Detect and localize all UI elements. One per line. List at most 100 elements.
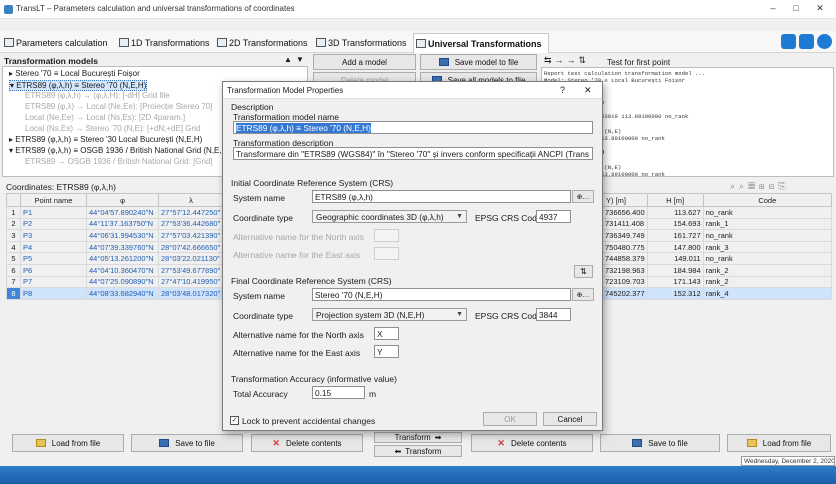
tab-1d-transformations[interactable]: 1D Transformations xyxy=(117,33,210,53)
transform-reverse-button[interactable]: ⬅ Transform xyxy=(374,445,462,457)
table-row[interactable]: 3 P3 44°06'31.994530"N 27°57'03.421390" xyxy=(6,229,224,242)
initial-alt-north-label: Alternative name for the North axis xyxy=(233,232,364,242)
final-alt-north-label: Alternative name for the North axis xyxy=(233,330,364,340)
gear-icon[interactable] xyxy=(781,34,796,49)
table-row[interactable]: 4 P4 44°07'39.339760"N 28°07'42.666650" xyxy=(6,240,224,254)
table-row[interactable]: 1 P1 44°04'57.890240"N 27°57'12.447250" xyxy=(6,206,224,219)
table-row[interactable]: 736349.749 161.727 no_rank xyxy=(602,229,833,242)
tab-label: 1D Transformations xyxy=(131,38,210,48)
table-row[interactable]: 7 P7 44°07'25.090890"N 27°47'10.419950" xyxy=(6,275,224,289)
grid-settings-icon[interactable] xyxy=(799,34,814,49)
initial-system-name-input[interactable]: ETRS89 (φ,λ,h) xyxy=(312,190,571,203)
table-row-selected[interactable]: 8 P8 44°08'33.682940"N 28°03'48.017320" xyxy=(6,287,224,300)
move-up-icon[interactable]: ▲ xyxy=(284,55,292,64)
button-label: Transform xyxy=(405,446,442,456)
save-icon xyxy=(632,439,643,447)
button-label: Cancel xyxy=(557,414,583,424)
final-alt-east-input[interactable]: Y xyxy=(374,345,399,358)
total-accuracy-input[interactable]: 0.15 xyxy=(312,386,365,399)
dialog-close-button[interactable]: ✕ xyxy=(584,85,592,96)
table-row[interactable]: 744858.379 149.011 no_rank xyxy=(602,252,833,265)
tree-subitem[interactable]: ETRS89 (φ,λ,h) → (φ,λ,H): [-dH] Grid fil… xyxy=(25,91,170,100)
arrow-right-icon: ➡ xyxy=(434,433,442,442)
table-row[interactable]: 2 P2 44°11'37.163750"N 27°53'36.442680" xyxy=(6,217,224,231)
column-header: Point name xyxy=(20,193,87,207)
ok-button[interactable]: OK xyxy=(483,412,537,426)
table-row[interactable]: 5 P5 44°05'13.261200"N 28°03'22.021130" xyxy=(6,252,224,265)
cancel-button[interactable]: Cancel xyxy=(543,412,597,426)
table-row[interactable]: 750480.775 147.800 rank_3 xyxy=(602,240,833,254)
tree-item[interactable]: ▾ ETRS89 (φ,λ,h) ≡ OSGB 1936 / British N… xyxy=(9,146,230,155)
button-label: Delete contents xyxy=(510,438,567,448)
table-row-selected[interactable]: 745202.377 152.312 rank_4 xyxy=(602,287,833,300)
model-name-input[interactable]: ETRS89 (φ,λ,h) ≡ Stereo '70 (N,E,H) xyxy=(233,121,593,134)
tree-item-selected[interactable]: ▾ ETRS89 (φ,λ,h) ≡ Stereo '70 (N,E,H) xyxy=(9,80,148,91)
button-label: Load from file xyxy=(762,438,812,448)
app-icon xyxy=(4,5,13,14)
save-model-button[interactable]: Save model to file xyxy=(420,54,537,70)
crs-picker-button[interactable]: ⊕… xyxy=(572,288,594,301)
help-button[interactable]: ? xyxy=(560,85,565,95)
initial-crs-group-label: Initial Coordinate Reference System (CRS… xyxy=(231,178,394,188)
tree-subitem[interactable]: ETRS89 (φ,λ) → Local (Ne,Ee): [Proiecție… xyxy=(25,102,212,111)
final-coord-type-select[interactable]: Projection system 3D (N,E,H) ▼ xyxy=(312,308,467,321)
calc-icon xyxy=(4,38,14,47)
source-coordinates-table[interactable]: Point name φ λ 1 P1 44°04'57.890240"N 27°57… xyxy=(6,193,224,300)
tab-label: 2D Transformations xyxy=(229,38,308,48)
tree-item[interactable]: ▸ ETRS89 (φ,λ,h) ≡ Stereo '30 Local Bucu… xyxy=(9,135,202,144)
tree-subitem[interactable]: Local (Ne,Ee) → Local (Ns,Es): [2D 4para… xyxy=(25,113,185,122)
chevron-down-icon: ▼ xyxy=(456,213,463,220)
final-epsg-label: EPSG CRS Code xyxy=(475,311,542,321)
lock-checkbox[interactable]: ✓ xyxy=(230,416,239,425)
save-to-file-right-button[interactable]: Save to file xyxy=(600,434,720,452)
final-alt-north-input[interactable]: X xyxy=(374,327,399,340)
swap-crs-button[interactable]: ⇅ xyxy=(574,265,593,278)
tree-subitem[interactable]: ETRS89 → OSGB 1936 / British National Gr… xyxy=(25,157,213,166)
initial-alt-north-input xyxy=(374,229,399,242)
tab-2d-transformations[interactable]: 2D Transformations xyxy=(215,33,308,53)
tab-universal-transformations[interactable]: Universal Transformations xyxy=(413,33,549,53)
final-epsg-input[interactable]: 3844 xyxy=(536,308,571,321)
initial-epsg-label: EPSG CRS Code xyxy=(475,213,542,223)
delete-contents-button[interactable]: ✕ Delete contents xyxy=(251,434,363,452)
column-header: H [m] xyxy=(646,193,704,207)
table-row[interactable]: 731411.408 154.693 rank_1 xyxy=(602,217,833,231)
table-row[interactable]: 723109.703 171.143 rank_2 xyxy=(602,275,833,289)
help-icon[interactable] xyxy=(817,34,832,49)
button-label: Save to file xyxy=(175,438,215,448)
direction-arrows-icon[interactable]: ⇆→→⇅ xyxy=(544,55,589,66)
tab-3d-transformations[interactable]: 3D Transformations xyxy=(314,33,407,53)
move-down-icon[interactable]: ▼ xyxy=(296,55,304,64)
tree-subitem[interactable]: Local (Ns,Es) → Stereo '70 (N,E): [+dN;+… xyxy=(25,124,200,133)
button-label: Save to file xyxy=(648,438,688,448)
delete-contents-right-button[interactable]: ✕ Delete contents xyxy=(471,434,593,452)
cube-icon xyxy=(316,38,326,47)
close-button[interactable]: ✕ xyxy=(813,3,827,14)
table-tools-icons[interactable]: ⌕⌕▦⊞⊟⎘ xyxy=(730,181,790,192)
initial-alt-east-label: Alternative name for the East axis xyxy=(233,250,361,260)
tree-item[interactable]: ▸ Stereo '70 ≡ Local București Foișor xyxy=(9,69,140,78)
final-alt-east-label: Alternative name for the East axis xyxy=(233,348,361,358)
dialog-title-bar: Transformation Model Properties ? ✕ xyxy=(223,82,602,99)
table-row[interactable]: 736656.400 113.627 no_rank xyxy=(602,206,833,219)
table-row[interactable]: 732198.963 184.984 rank_2 xyxy=(602,263,833,277)
minimize-button[interactable]: – xyxy=(766,3,780,13)
final-system-name-input[interactable]: Stereo '70 (N,E,H) xyxy=(312,288,571,301)
maximize-button[interactable]: □ xyxy=(789,3,803,13)
load-from-file-button[interactable]: Load from file xyxy=(12,434,124,452)
table-row[interactable]: 6 P6 44°04'10.360470"N 27°53'49.677890" xyxy=(6,263,224,277)
button-label: Save model to file xyxy=(454,57,519,67)
initial-coord-type-select[interactable]: Geographic coordinates 3D (φ,λ,h) ▼ xyxy=(312,210,467,223)
save-to-file-button[interactable]: Save to file xyxy=(131,434,243,452)
final-coord-type-label: Coordinate type xyxy=(233,311,294,321)
ruler-icon xyxy=(119,38,129,47)
initial-epsg-input[interactable]: 4937 xyxy=(536,210,571,223)
target-coordinates-table[interactable]: Y) [m] H [m] Code 736656.400 113.627 no_ra… xyxy=(602,193,833,300)
transform-forward-button[interactable]: Transform ➡ xyxy=(374,432,462,443)
final-crs-group-label: Final Coordinate Reference System (CRS) xyxy=(231,276,392,286)
tab-parameters-calculation[interactable]: Parameters calculation xyxy=(2,33,108,53)
model-description-input[interactable]: Transformare din "ETRS89 (WGS84)" în "St… xyxy=(233,147,593,160)
load-from-file-right-button[interactable]: Load from file xyxy=(727,434,831,452)
crs-picker-button[interactable]: ⊕… xyxy=(572,190,594,203)
add-model-button[interactable]: Add a model xyxy=(313,54,416,70)
